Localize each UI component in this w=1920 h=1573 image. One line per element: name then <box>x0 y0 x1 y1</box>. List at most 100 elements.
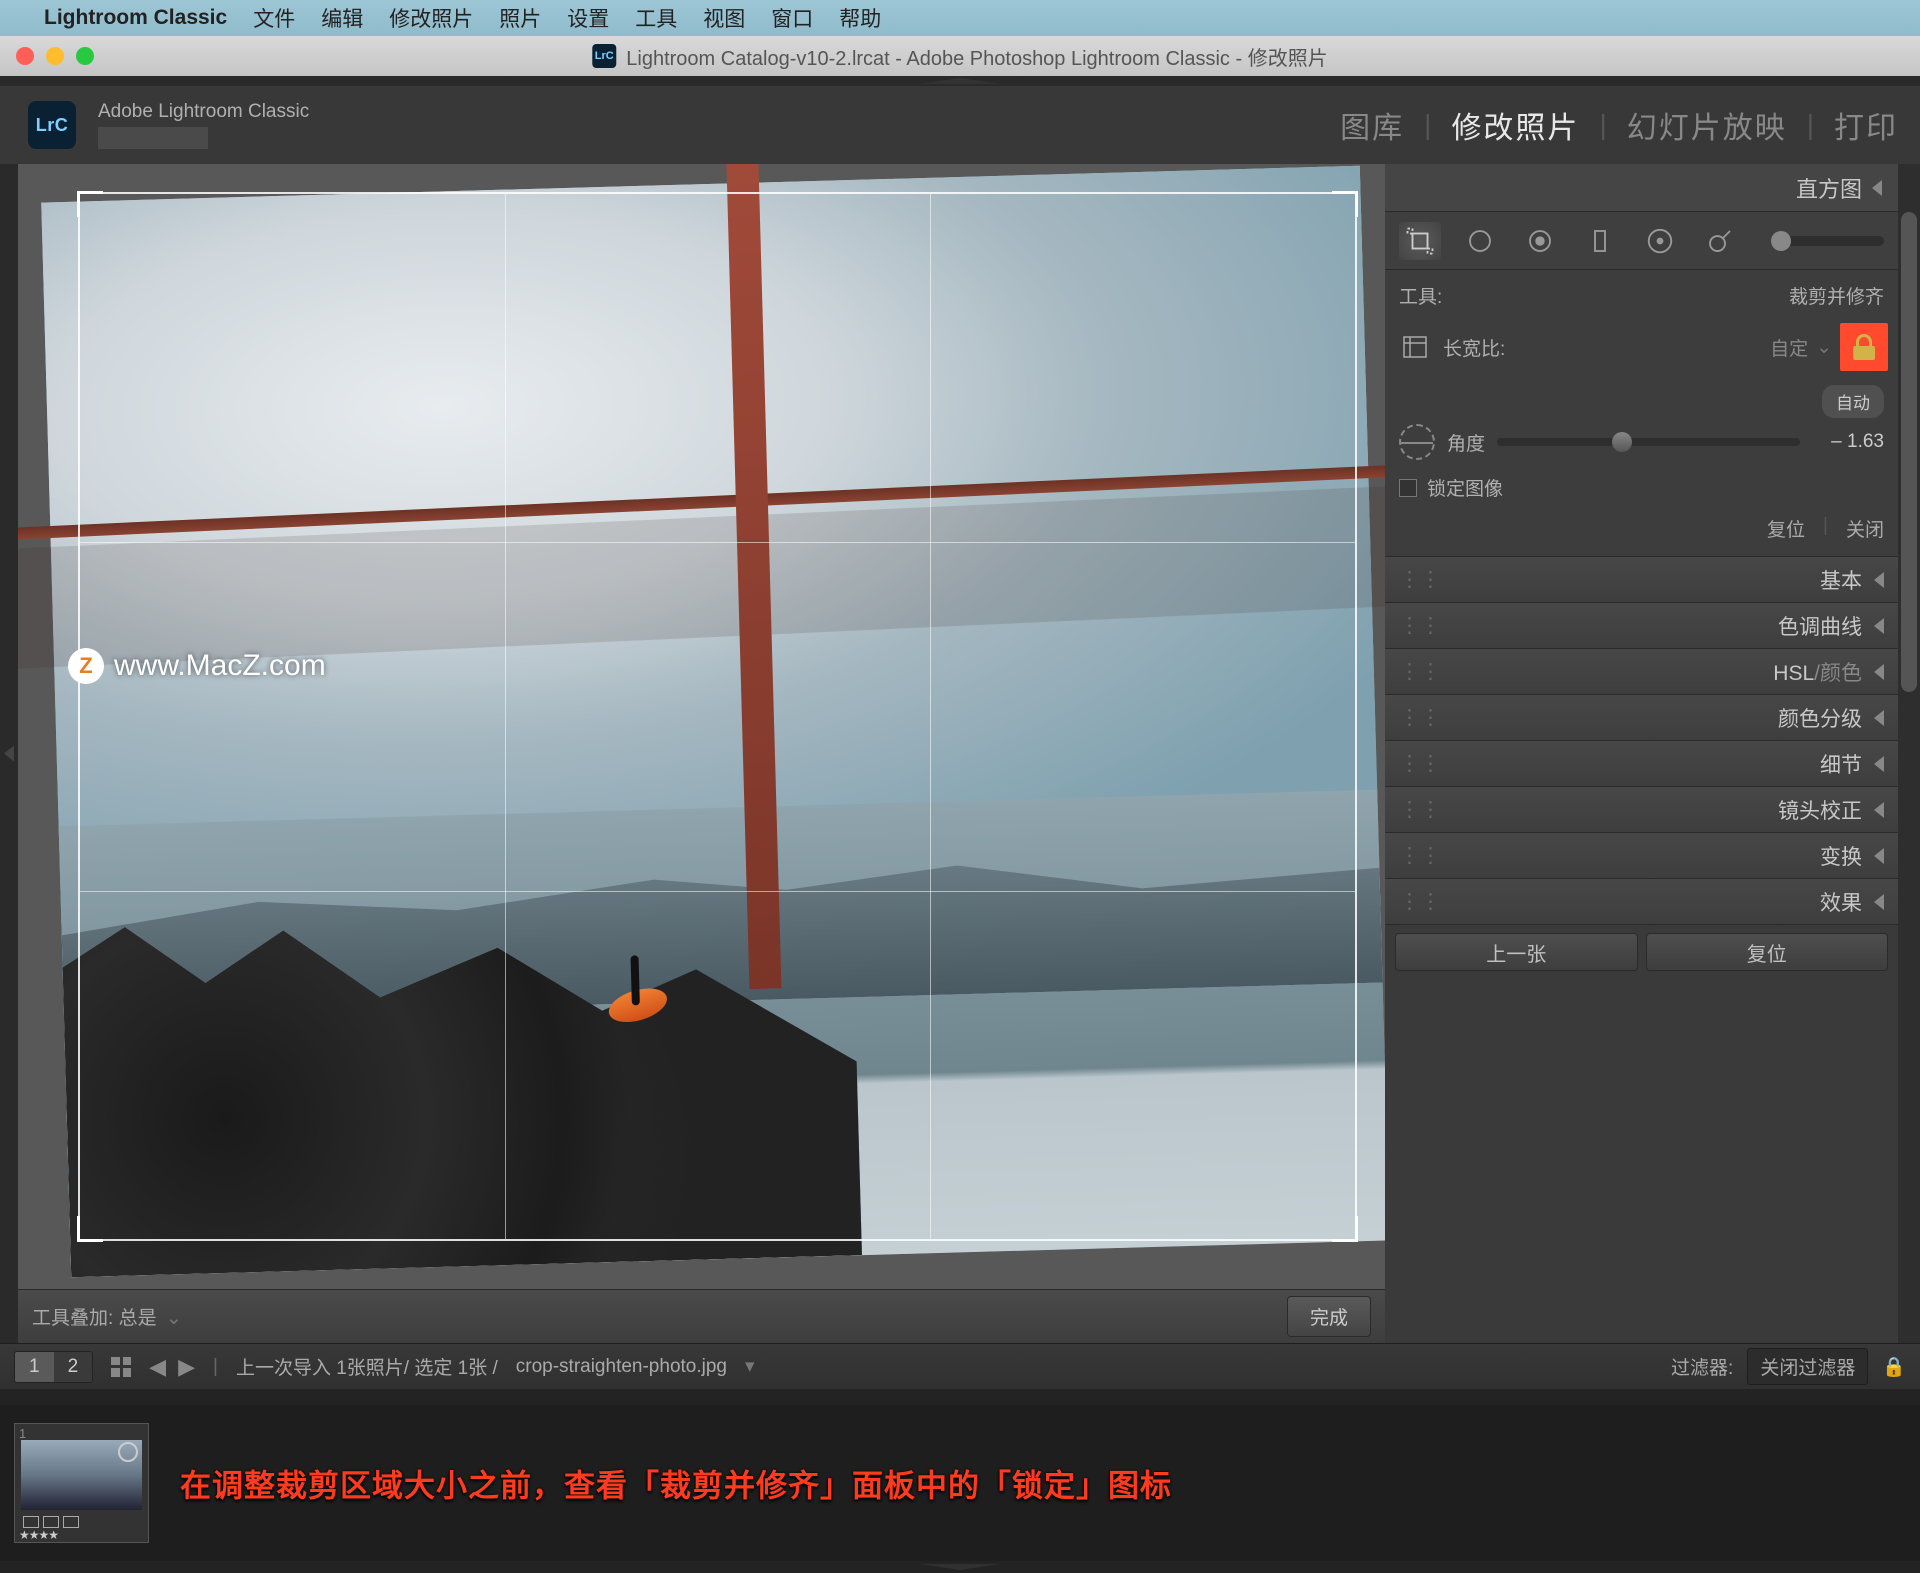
angle-slider[interactable] <box>1497 438 1800 446</box>
right-scrollbar[interactable] <box>1898 164 1920 1343</box>
module-print[interactable]: 打印 <box>1834 103 1898 147</box>
overlay-value[interactable]: 总是 <box>119 1308 157 1329</box>
tool-label: 工具: <box>1399 282 1442 309</box>
progress-placeholder <box>98 127 208 149</box>
brand-text: Adobe Lightroom Classic <box>98 101 309 123</box>
angle-slider-knob[interactable] <box>1612 432 1632 452</box>
radial-tool-button[interactable] <box>1639 222 1681 260</box>
panel-detail[interactable]: ⋮⋮细节 <box>1385 741 1898 787</box>
annotation-caption: 在调整裁剪区域大小之前，查看「裁剪并修齐」面板中的「锁定」图标 <box>180 1461 1900 1506</box>
menu-develop[interactable]: 修改照片 <box>389 3 473 33</box>
display-1[interactable]: 1 <box>15 1352 54 1382</box>
window-title: Lightroom Catalog-v10-2.lrcat - Adobe Ph… <box>626 42 1327 71</box>
close-window-button[interactable] <box>16 47 34 65</box>
photo-canvas[interactable]: Z www.MacZ.com <box>18 164 1385 1289</box>
crop-overlay[interactable] <box>78 192 1357 1241</box>
mask-slider[interactable] <box>1771 236 1884 246</box>
strip-filename[interactable]: crop-straighten-photo.jpg <box>516 1356 727 1378</box>
aspect-icon[interactable] <box>1399 333 1431 361</box>
top-panel-grip-icon[interactable] <box>920 78 1000 84</box>
aspect-lock-highlight <box>1840 323 1888 371</box>
panel-lens[interactable]: ⋮⋮镜头校正 <box>1385 787 1898 833</box>
chevron-left-icon <box>1874 572 1884 588</box>
previous-button[interactable]: 上一张 <box>1395 933 1638 971</box>
thumb-rating: ★★★★ <box>19 1528 58 1542</box>
filter-dropdown[interactable]: 关闭过滤器 <box>1747 1348 1868 1385</box>
mac-menubar: Lightroom Classic 文件 编辑 修改照片 照片 设置 工具 视图… <box>0 0 1920 36</box>
overlay-label: 工具叠加: <box>32 1308 113 1329</box>
filmstrip-thumbnail[interactable]: 1 ★★★★ <box>14 1423 149 1543</box>
crop-handle-bl[interactable] <box>77 1216 103 1242</box>
spot-tool-button[interactable] <box>1459 222 1501 260</box>
left-panel-collapsed[interactable] <box>0 164 18 1343</box>
histogram-header[interactable]: 直方图 <box>1385 164 1898 212</box>
aspect-value[interactable]: 自定 <box>1770 334 1808 361</box>
menu-file[interactable]: 文件 <box>253 3 295 33</box>
fullscreen-window-button[interactable] <box>76 47 94 65</box>
chevron-left-icon <box>1874 618 1884 634</box>
filmstrip-toolbar: 1 2 ◀ ▶ | 上一次导入 1张照片/ 选定 1张 / crop-strai… <box>0 1343 1920 1389</box>
menu-help[interactable]: 帮助 <box>839 3 881 33</box>
filter-lock-icon[interactable]: 🔒 <box>1882 1355 1906 1379</box>
module-slideshow[interactable]: 幻灯片放映 <box>1627 103 1787 147</box>
reset-button[interactable]: 复位 <box>1646 933 1889 971</box>
minimize-window-button[interactable] <box>46 47 64 65</box>
overlay-dropdown-icon[interactable]: ⌄ <box>166 1308 182 1329</box>
brush-tool-button[interactable] <box>1699 222 1741 260</box>
chevron-left-icon <box>1874 848 1884 864</box>
filename-dropdown-icon[interactable]: ▾ <box>745 1355 755 1378</box>
watermark-text: www.MacZ.com <box>114 649 326 683</box>
watermark-icon: Z <box>68 648 104 684</box>
display-2[interactable]: 2 <box>54 1352 93 1382</box>
straighten-icon[interactable] <box>1399 424 1435 460</box>
aspect-label: 长宽比: <box>1443 334 1505 361</box>
histogram-label: 直方图 <box>1796 172 1862 204</box>
menu-tools[interactable]: 工具 <box>635 3 677 33</box>
lock-image-label: 锁定图像 <box>1427 474 1503 501</box>
nav-prev-icon[interactable]: ◀ <box>149 1354 166 1380</box>
crop-reset-button[interactable]: 复位 <box>1767 515 1805 542</box>
crop-handle-tl[interactable] <box>77 191 103 217</box>
panel-effects[interactable]: ⋮⋮效果 <box>1385 879 1898 925</box>
module-library[interactable]: 图库 <box>1340 103 1404 147</box>
right-panel: 直方图 工具: 裁剪并修齐 <box>1385 164 1920 1343</box>
aspect-dropdown-icon[interactable]: ⌄ <box>1816 336 1832 359</box>
panel-transform[interactable]: ⋮⋮变换 <box>1385 833 1898 879</box>
menu-photo[interactable]: 照片 <box>499 3 541 33</box>
brand-icon: LrC <box>28 101 76 149</box>
lock-image-checkbox[interactable] <box>1399 479 1417 497</box>
redeye-tool-button[interactable] <box>1519 222 1561 260</box>
filter-label: 过滤器: <box>1671 1353 1733 1380</box>
menu-view[interactable]: 视图 <box>703 3 745 33</box>
lock-icon[interactable] <box>1853 334 1875 360</box>
angle-value[interactable]: – 1.63 <box>1812 431 1884 453</box>
panel-color-grading[interactable]: ⋮⋮颜色分级 <box>1385 695 1898 741</box>
crop-handle-tr[interactable] <box>1332 191 1358 217</box>
bottom-panel-grip-icon[interactable] <box>920 1564 1000 1570</box>
filmstrip: 1 ★★★★ 在调整裁剪区域大小之前，查看「裁剪并修齐」面板中的「锁定」图标 <box>0 1405 1920 1561</box>
module-develop[interactable]: 修改照片 <box>1451 103 1579 147</box>
menu-settings[interactable]: 设置 <box>567 3 609 33</box>
crop-close-button[interactable]: 关闭 <box>1846 515 1884 542</box>
menu-window[interactable]: 窗口 <box>771 3 813 33</box>
done-button[interactable]: 完成 <box>1287 1296 1371 1337</box>
thumb-badge-icon <box>118 1442 138 1462</box>
gradient-tool-button[interactable] <box>1579 222 1621 260</box>
menu-edit[interactable]: 编辑 <box>321 3 363 33</box>
nav-next-icon[interactable]: ▶ <box>178 1354 195 1380</box>
tool-value: 裁剪并修齐 <box>1789 282 1884 309</box>
panel-tone-curve[interactable]: ⋮⋮色调曲线 <box>1385 603 1898 649</box>
tool-strip <box>1385 212 1898 270</box>
expand-left-icon <box>4 746 14 762</box>
panel-hsl[interactable]: ⋮⋮HSL/颜色 <box>1385 649 1898 695</box>
grid-view-icon[interactable] <box>111 1357 131 1377</box>
chevron-left-icon <box>1874 710 1884 726</box>
menubar-app[interactable]: Lightroom Classic <box>44 6 227 30</box>
panel-basic[interactable]: ⋮⋮基本 <box>1385 557 1898 603</box>
app-header: LrC Adobe Lightroom Classic 图库 | 修改照片 | … <box>0 86 1920 164</box>
display-segment: 1 2 <box>14 1351 93 1383</box>
filmstrip-scrollbar[interactable] <box>0 1389 1920 1405</box>
angle-auto-button[interactable]: 自动 <box>1822 385 1884 418</box>
crop-handle-br[interactable] <box>1332 1216 1358 1242</box>
crop-tool-button[interactable] <box>1399 222 1441 260</box>
